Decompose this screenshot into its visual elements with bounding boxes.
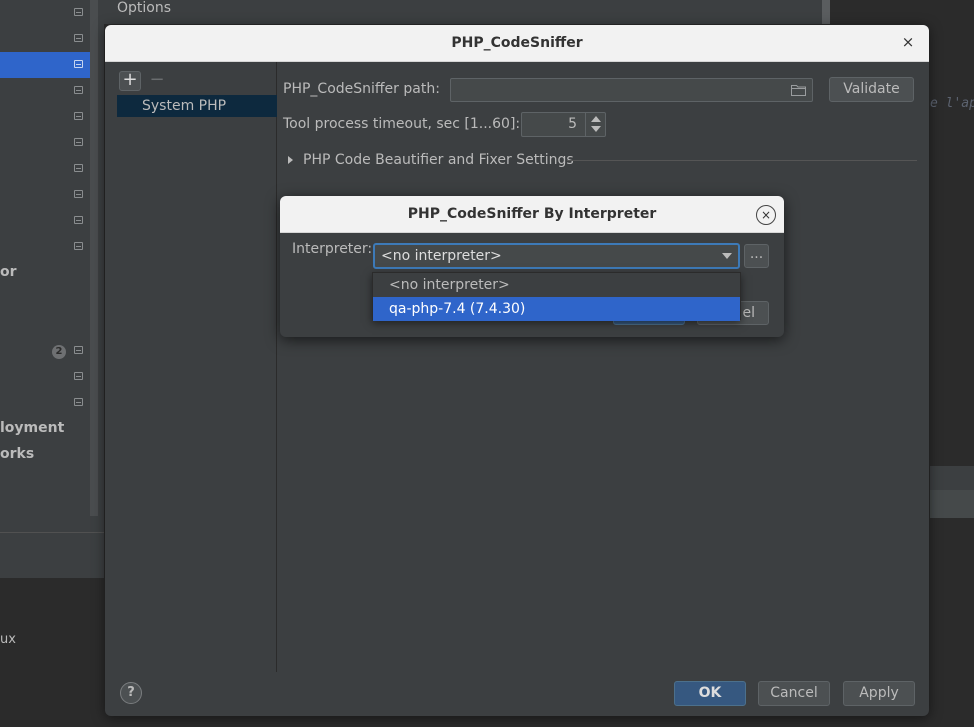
sidebar-item[interactable] (0, 26, 90, 52)
cancel-button[interactable]: Cancel (758, 681, 830, 706)
project-level-icon (74, 346, 83, 354)
dialog-title: PHP_CodeSniffer By Interpreter (407, 206, 657, 222)
sidebar-item[interactable] (0, 156, 90, 182)
editor-panel-row (930, 490, 974, 518)
sidebar-item-label[interactable]: or (0, 264, 17, 280)
timeout-value: 5 (568, 116, 577, 132)
interpreter-dropdown-list: <no interpreter> qa-php-7.4 (7.4.30) (372, 272, 741, 321)
beautifier-section-toggle[interactable]: PHP Code Beautifier and Fixer Settings (303, 152, 574, 168)
project-level-icon (74, 216, 83, 224)
interpreter-select[interactable]: <no interpreter> (373, 243, 740, 269)
expand-arrow-icon[interactable] (288, 156, 293, 164)
project-level-icon (74, 112, 83, 120)
project-level-icon (74, 190, 83, 198)
sidebar-scrollbar[interactable] (90, 0, 98, 516)
dialog-titlebar: PHP_CodeSniffer By Interpreter × (280, 196, 784, 233)
project-level-icon (74, 34, 83, 42)
project-level-icon (74, 8, 83, 16)
sidebar-item[interactable] (0, 130, 90, 156)
section-divider (567, 160, 917, 161)
project-level-icon (74, 60, 83, 68)
sidebar-item-selected[interactable] (0, 52, 90, 78)
phpcs-dialog: PHP_CodeSniffer × + − System PHP PHP_Cod… (105, 25, 929, 716)
sidebar-item[interactable] (0, 182, 90, 208)
close-icon[interactable]: × (756, 205, 776, 225)
chevron-down-icon[interactable] (722, 253, 732, 259)
add-icon[interactable]: + (119, 71, 141, 91)
spinner-arrows[interactable] (585, 113, 605, 136)
phpcs-path-input[interactable] (450, 78, 813, 102)
project-level-icon (74, 372, 83, 380)
project-level-icon (74, 164, 83, 172)
project-level-icon (74, 138, 83, 146)
project-level-icon (74, 86, 83, 94)
timeout-label: Tool process timeout, sec [1...60]: (283, 116, 521, 132)
ok-button[interactable]: OK (674, 681, 746, 706)
path-label: PHP_CodeSniffer path: (283, 81, 440, 97)
editor-text: e l'ap (930, 96, 974, 111)
help-icon[interactable]: ? (120, 682, 142, 704)
sidebar-item[interactable] (0, 338, 90, 364)
spinner-up-icon[interactable] (591, 116, 601, 122)
sidebar-item[interactable] (0, 104, 90, 130)
options-label: Options (117, 0, 172, 16)
options-scrollbar[interactable] (822, 0, 830, 24)
browse-interpreters-button[interactable]: ... (744, 244, 769, 268)
list-item-highlighted[interactable]: qa-php-7.4 (7.4.30) (373, 297, 740, 321)
sidebar-item[interactable] (0, 78, 90, 104)
sidebar-item-label[interactable]: orks (0, 446, 34, 462)
sidebar-footer (0, 532, 104, 578)
dialog-title: PHP_CodeSniffer (451, 35, 583, 51)
tool-window-text: ux (0, 632, 16, 647)
list-item[interactable]: <no interpreter> (373, 273, 740, 297)
sidebar-item[interactable] (0, 208, 90, 234)
project-level-icon (74, 398, 83, 406)
validate-button[interactable]: Validate (829, 77, 914, 102)
interpreter-selected-value: <no interpreter> (381, 248, 502, 264)
project-level-icon (74, 242, 83, 250)
options-header (104, 0, 826, 24)
cancel-button-label: el (742, 305, 755, 321)
tool-window-area (0, 580, 104, 727)
timeout-spinner-input[interactable]: 5 (521, 112, 606, 137)
spinner-down-icon[interactable] (591, 126, 601, 132)
sidebar-item[interactable] (0, 0, 90, 26)
interpreter-label: Interpreter: (292, 241, 373, 257)
folder-icon[interactable] (791, 84, 806, 96)
apply-button[interactable]: Apply (843, 681, 915, 706)
sidebar-item[interactable] (0, 234, 90, 260)
dialog-titlebar: PHP_CodeSniffer × (105, 25, 929, 62)
remove-icon[interactable]: − (147, 71, 167, 91)
list-item-system-php[interactable]: System PHP (117, 95, 277, 117)
close-icon[interactable]: × (899, 33, 917, 51)
sidebar-item-label[interactable]: loyment (0, 420, 64, 436)
settings-sidebar: or 2 loyment orks (0, 0, 104, 578)
sidebar-item[interactable] (0, 364, 90, 390)
sidebar-item[interactable] (0, 390, 90, 416)
configuration-list-pane: + − System PHP (105, 62, 277, 672)
